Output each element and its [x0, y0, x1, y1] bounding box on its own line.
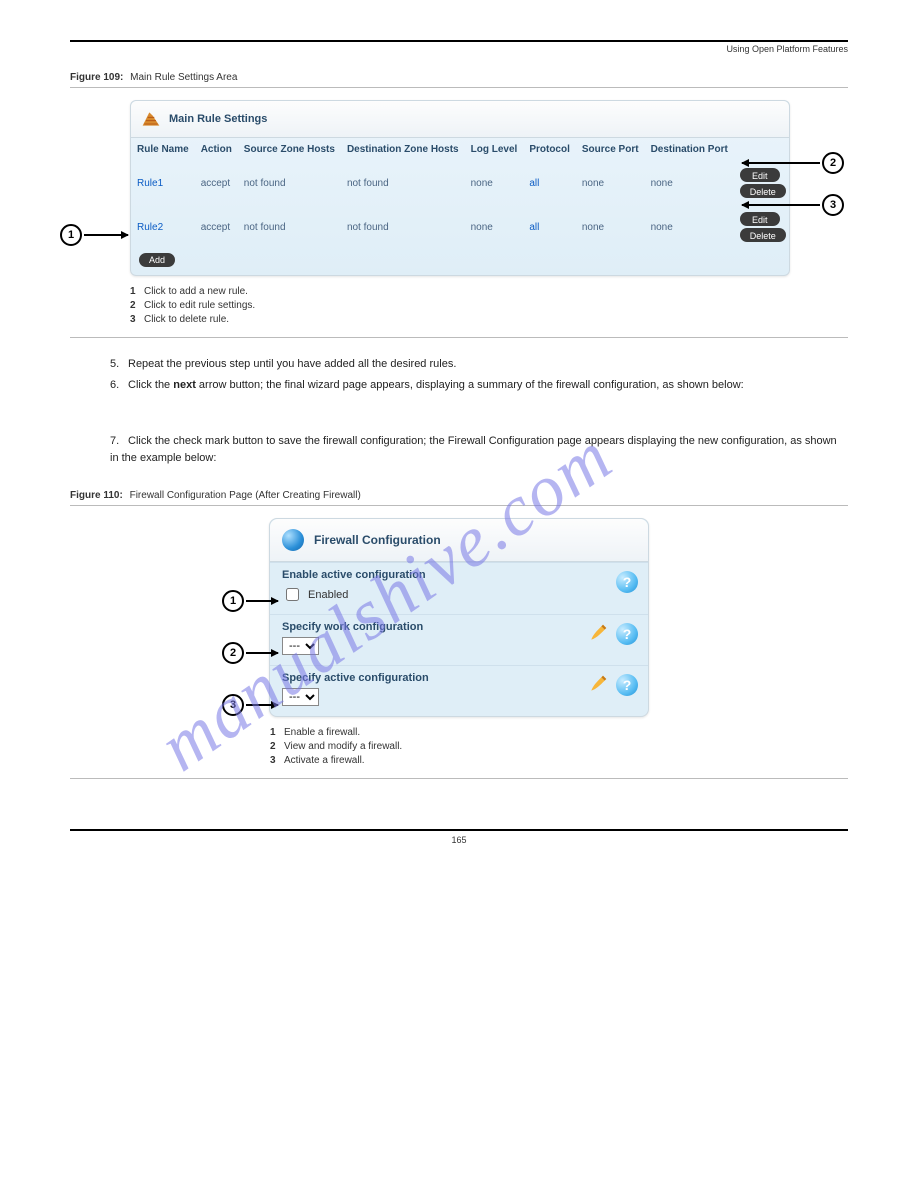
- figure2-caption: Figure 110: Firewall Configuration Page …: [70, 490, 361, 501]
- step-6: 6.Click the next arrow button; the final…: [110, 377, 848, 394]
- cell-protocol[interactable]: all: [523, 161, 576, 205]
- page-footer: 165: [70, 829, 848, 845]
- fw-section-enable: ? Enable active configuration Enabled: [270, 562, 648, 614]
- fw-panel-header: Firewall Configuration: [270, 519, 648, 562]
- callout-1-circle: 1: [60, 224, 82, 246]
- col-log-level: Log Level: [465, 138, 524, 161]
- callout-2-arrow: [742, 162, 820, 164]
- enabled-text: Enabled: [308, 589, 348, 601]
- col-dst-port: Destination Port: [645, 138, 734, 161]
- rule-table-header-row: Rule Name Action Source Zone Hosts Desti…: [131, 138, 792, 161]
- table-row: Rule2 accept not found not found none al…: [131, 205, 792, 249]
- fw-callout-3-arrow: [246, 704, 278, 706]
- main-rule-panel-header: Main Rule Settings: [131, 101, 789, 138]
- fw-callout-1-arrow: [246, 600, 278, 602]
- globe-icon: [282, 529, 304, 551]
- add-button[interactable]: Add: [139, 253, 175, 267]
- col-src-port: Source Port: [576, 138, 645, 161]
- callout-3-arrow: [742, 204, 820, 206]
- delete-button[interactable]: Delete: [740, 184, 786, 198]
- cell-src-hosts: not found: [238, 161, 341, 205]
- footer-page: 165: [451, 835, 466, 845]
- cell-src-port: none: [576, 205, 645, 249]
- cell-dst-port: none: [645, 205, 734, 249]
- fw-callout-2-arrow: [246, 652, 278, 654]
- figure2-wrap: 1 2 3 Firewall Configuration ? Enable ac…: [70, 518, 848, 717]
- help-icon[interactable]: ?: [616, 674, 638, 696]
- brush-icon[interactable]: [588, 623, 608, 643]
- col-action: Action: [195, 138, 238, 161]
- main-rule-panel-title: Main Rule Settings: [169, 113, 267, 125]
- cell-dst-hosts: not found: [341, 161, 465, 205]
- cell-log-level: none: [465, 205, 524, 249]
- fw-enable-label: Enable active configuration: [282, 569, 636, 581]
- firewall-icon: [141, 109, 161, 129]
- fw-callout-2: 2: [222, 642, 244, 664]
- brush-icon[interactable]: [588, 674, 608, 694]
- cell-action: accept: [195, 205, 238, 249]
- fw-section-work: ? Specify work configuration ---: [270, 614, 648, 665]
- enabled-checkbox[interactable]: [286, 588, 299, 601]
- edit-button[interactable]: Edit: [740, 168, 780, 182]
- cell-action: accept: [195, 161, 238, 205]
- cell-protocol[interactable]: all: [523, 205, 576, 249]
- fw-work-label: Specify work configuration: [282, 621, 636, 633]
- fw-panel-title: Firewall Configuration: [314, 533, 441, 547]
- cell-src-port: none: [576, 161, 645, 205]
- figure1-annotations: 1Click to add a new rule. 2Click to edit…: [130, 286, 848, 325]
- col-protocol: Protocol: [523, 138, 576, 161]
- cell-dst-hosts: not found: [341, 205, 465, 249]
- edit-button[interactable]: Edit: [740, 212, 780, 226]
- active-config-select[interactable]: ---: [282, 688, 319, 706]
- step-5: 5.Repeat the previous step until you hav…: [110, 356, 848, 373]
- help-icon[interactable]: ?: [616, 571, 638, 593]
- work-config-select[interactable]: ---: [282, 637, 319, 655]
- cell-rule-name[interactable]: Rule2: [131, 205, 195, 249]
- help-icon[interactable]: ?: [616, 623, 638, 645]
- callout-2-circle: 2: [822, 152, 844, 174]
- main-rule-panel: Main Rule Settings Rule Name Action Sour…: [130, 100, 790, 276]
- callout-3-circle: 3: [822, 194, 844, 216]
- rule-table: Rule Name Action Source Zone Hosts Desti…: [131, 138, 792, 249]
- firewall-config-panel: Firewall Configuration ? Enable active c…: [269, 518, 649, 717]
- cell-src-hosts: not found: [238, 205, 341, 249]
- cell-log-level: none: [465, 161, 524, 205]
- table-row: Rule1 accept not found not found none al…: [131, 161, 792, 205]
- fw-callout-3: 3: [222, 694, 244, 716]
- figure2-annotations: 1Enable a firewall. 2View and modify a f…: [270, 727, 848, 766]
- col-rule-name: Rule Name: [131, 138, 195, 161]
- callout-1-arrow: [84, 234, 128, 236]
- fw-section-active: ? Specify active configuration ---: [270, 665, 648, 716]
- fw-callout-1: 1: [222, 590, 244, 612]
- col-src-hosts: Source Zone Hosts: [238, 138, 341, 161]
- fw-active-label: Specify active configuration: [282, 672, 636, 684]
- cell-dst-port: none: [645, 161, 734, 205]
- col-dst-hosts: Destination Zone Hosts: [341, 138, 465, 161]
- figure1-caption: Figure 109: Main Rule Settings Area: [70, 72, 237, 83]
- delete-button[interactable]: Delete: [740, 228, 786, 242]
- figure1-wrap: 1 2 3 Main Rule Settings Rule Name Actio…: [70, 100, 848, 276]
- cell-rule-name[interactable]: Rule1: [131, 161, 195, 205]
- step-7: 7.Click the check mark button to save th…: [110, 433, 848, 466]
- page-header-right: Using Open Platform Features: [70, 44, 848, 54]
